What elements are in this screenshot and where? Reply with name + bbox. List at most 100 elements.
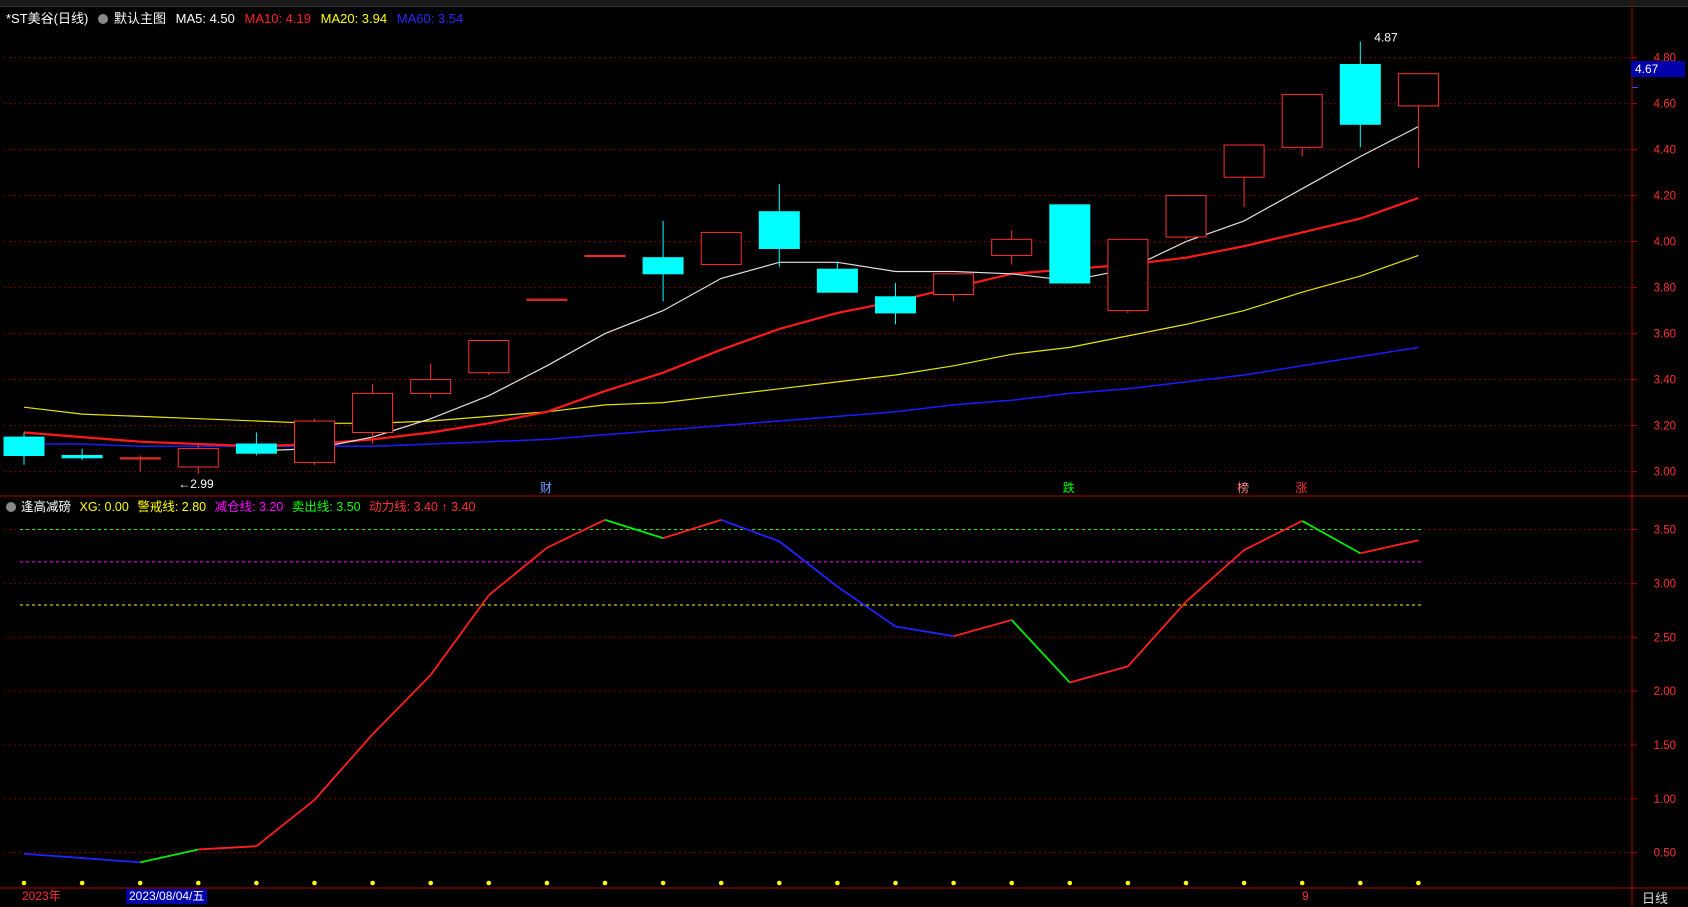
xg-dot <box>1299 880 1305 886</box>
year-label: 2023年 <box>22 889 61 903</box>
indicator-tick-label: 1.00 <box>1654 794 1676 806</box>
xg-dot <box>196 880 201 886</box>
price-tick-label: 3.20 <box>1654 421 1676 433</box>
candle-body <box>177 448 219 468</box>
power-line-segment <box>313 733 374 801</box>
price-tick-label: 3.80 <box>1654 283 1676 295</box>
power-line-segment <box>429 594 490 676</box>
candle-body <box>294 420 335 463</box>
indicator-tick-label: 3.50 <box>1654 525 1676 537</box>
candle-body <box>758 211 800 249</box>
candle-body <box>700 231 742 266</box>
price-annotation: ←2.99 <box>178 477 214 491</box>
price-tick-label: 4.00 <box>1654 237 1676 249</box>
candle-body <box>1397 73 1439 107</box>
power-line-segment <box>1011 619 1071 684</box>
power-line-segment <box>1243 520 1303 551</box>
power-line-segment <box>255 799 316 847</box>
power-line-segment <box>140 848 199 864</box>
indicator-tick-label: 1.50 <box>1654 740 1676 752</box>
candle-body <box>352 392 394 433</box>
xg-dot <box>21 880 27 886</box>
power-line-segment <box>546 519 606 549</box>
chart-window: *ST美谷(日线) 默认主图 MA5: 4.50 MA10: 4.19 MA20… <box>0 0 1688 906</box>
candle-body <box>933 273 975 295</box>
candle-body <box>410 379 452 394</box>
event-marker: 榜 <box>1237 480 1249 495</box>
price-tick-label: 3.60 <box>1654 329 1676 341</box>
price-tick-label: 4.40 <box>1654 145 1676 157</box>
xg-dot <box>312 880 317 886</box>
indicator-tick-label: 3.00 <box>1654 578 1676 590</box>
candle-body <box>526 298 568 301</box>
price-tick-label: 3.00 <box>1654 467 1676 479</box>
candle-body <box>1223 144 1265 178</box>
xg-dot <box>1067 880 1073 886</box>
xg-dot <box>1125 880 1131 886</box>
xg-dot <box>1416 880 1421 886</box>
candle-body <box>61 455 103 459</box>
candle-body <box>3 436 45 457</box>
xg-dot <box>660 880 666 886</box>
xg-dot <box>1183 880 1189 886</box>
candle-body <box>1049 204 1091 284</box>
power-line-segment <box>488 547 548 596</box>
power-line-segment <box>82 857 141 864</box>
xg-dot <box>254 880 259 886</box>
xg-dot <box>835 880 840 886</box>
power-line-segment <box>198 845 257 851</box>
candle-body <box>1165 195 1207 238</box>
period-selector[interactable]: 日线 <box>1642 888 1668 907</box>
power-line-segment <box>1360 539 1419 555</box>
candle-body <box>816 268 858 293</box>
xg-dot <box>777 880 782 886</box>
xg-dot <box>602 880 608 886</box>
candle-body <box>235 443 277 454</box>
xg-dot <box>1358 880 1363 886</box>
price-tick-label: 3.40 <box>1654 375 1676 387</box>
candle-body <box>875 296 916 314</box>
indicator-tick-label: 0.50 <box>1654 848 1676 860</box>
xg-dot <box>951 880 956 886</box>
xg-dot <box>486 880 492 886</box>
chart-svg[interactable]: 3.003.203.403.603.804.004.204.404.604.80… <box>0 0 1688 906</box>
xg-dot <box>137 880 143 886</box>
power-line-segment <box>371 674 432 735</box>
event-marker: 财 <box>540 481 552 495</box>
event-marker: 跌 <box>1063 480 1075 495</box>
xg-dot <box>1241 880 1247 886</box>
candle-body <box>468 340 510 374</box>
month-label: 9 <box>1302 889 1309 903</box>
candle-body <box>1339 64 1381 125</box>
power-line-segment <box>23 852 83 859</box>
power-line-segment <box>1301 520 1361 555</box>
power-line-segment <box>836 585 897 628</box>
cursor-date-label: 2023/08/04/五 <box>126 889 208 904</box>
indicator-tick-label: 2.00 <box>1654 686 1676 698</box>
candle-body <box>1281 93 1323 148</box>
candle-body <box>119 457 161 460</box>
xg-dot <box>718 880 724 886</box>
xg-dot <box>428 880 434 886</box>
price-tick-label: 4.60 <box>1654 99 1676 111</box>
candle-body <box>584 254 626 258</box>
xg-dot <box>1009 880 1014 886</box>
candle-body <box>1107 238 1149 312</box>
power-line-segment <box>895 625 954 638</box>
power-line-segment <box>662 518 722 540</box>
xg-dot <box>893 880 898 886</box>
xg-dot <box>544 880 550 886</box>
power-line-segment <box>1127 601 1187 667</box>
ma60-line <box>24 346 1419 448</box>
xg-dot <box>370 880 375 886</box>
power-line-segment <box>604 518 664 540</box>
power-line-segment <box>1185 549 1245 603</box>
power-line-segment <box>1069 665 1129 684</box>
price-annotation: 4.87 <box>1374 31 1398 45</box>
event-marker: 涨 <box>1295 480 1307 495</box>
power-line-segment <box>720 519 780 543</box>
last-price-tag: 4.67 <box>1631 61 1685 77</box>
xg-dot <box>79 880 85 886</box>
candle-body <box>642 257 684 275</box>
power-line-segment <box>778 540 838 588</box>
